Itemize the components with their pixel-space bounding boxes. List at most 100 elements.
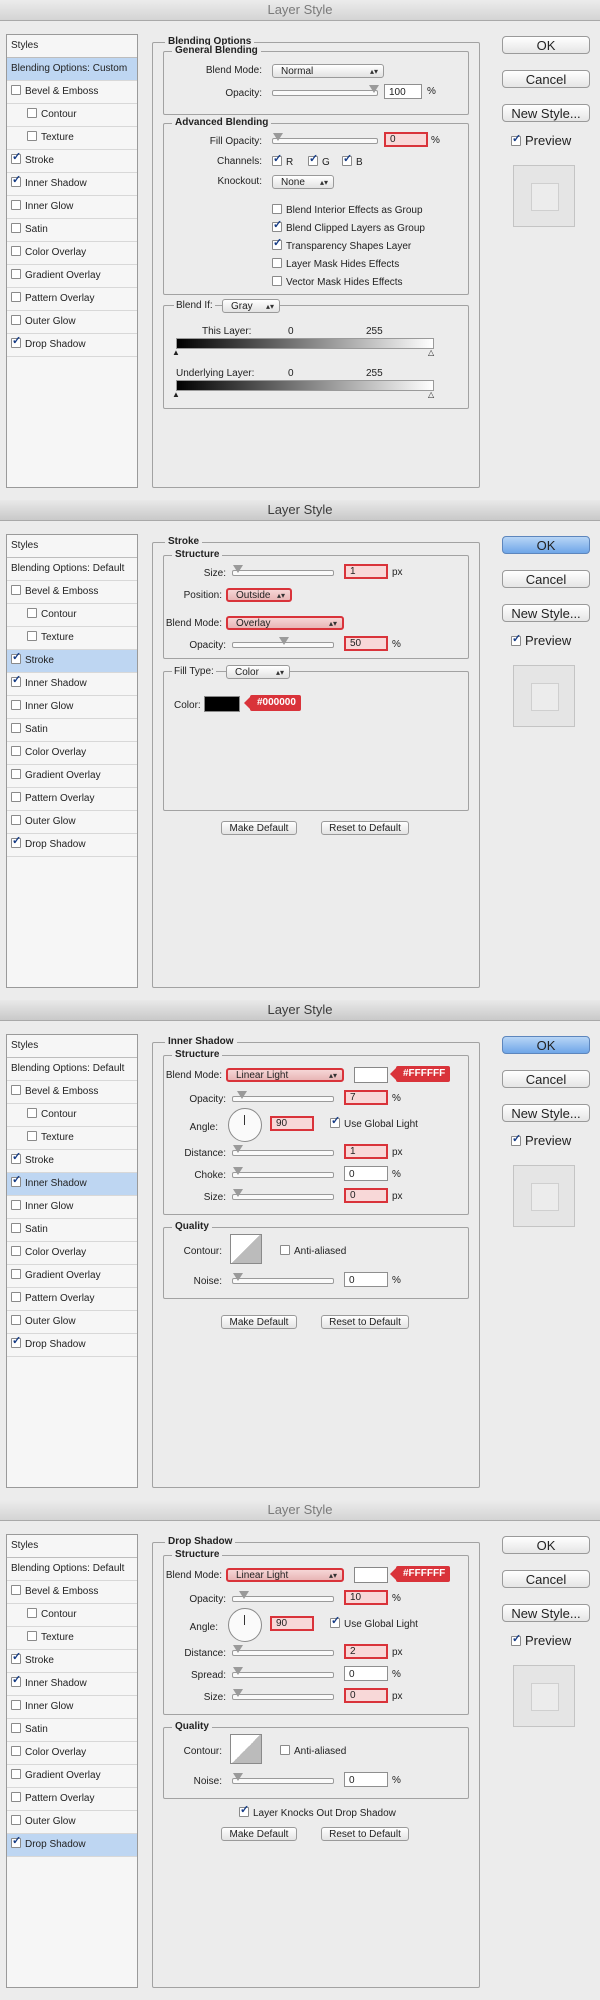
style-item-pattern-overlay[interactable]: Pattern Overlay xyxy=(7,1788,137,1811)
opacity-slider[interactable] xyxy=(272,85,379,96)
checkbox[interactable] xyxy=(342,155,352,166)
noise-slider[interactable] xyxy=(232,1273,334,1284)
contour-picker[interactable] xyxy=(230,1234,262,1264)
checkbox[interactable] xyxy=(11,1200,21,1210)
checkbox[interactable] xyxy=(11,1292,21,1302)
checkbox[interactable] xyxy=(27,1131,37,1141)
size-input[interactable]: 1 xyxy=(344,564,388,579)
white-slider-thumb[interactable]: △ xyxy=(428,349,435,357)
checkbox[interactable] xyxy=(11,1700,21,1710)
style-item-inner-glow[interactable]: Inner Glow xyxy=(7,1196,137,1219)
black-slider-thumb[interactable]: ▲ xyxy=(172,391,180,399)
checkbox[interactable] xyxy=(11,269,21,279)
blend-mode-select[interactable]: Linear Light ▴▾ xyxy=(226,1068,344,1082)
checkbox[interactable] xyxy=(11,1176,21,1187)
style-item-contour[interactable]: Contour xyxy=(7,604,137,627)
blend-mode-select[interactable]: Overlay ▴▾ xyxy=(226,616,344,630)
style-item-blending-options-default[interactable]: Blending Options: Default xyxy=(7,558,137,581)
checkbox[interactable] xyxy=(272,204,282,214)
angle-input[interactable]: 90 xyxy=(270,1116,314,1131)
style-item-inner-glow[interactable]: Inner Glow xyxy=(7,1696,137,1719)
checkbox[interactable] xyxy=(11,1315,21,1325)
style-item-satin[interactable]: Satin xyxy=(7,1719,137,1742)
checkbox[interactable] xyxy=(11,1792,21,1802)
reset-to-default-button[interactable]: Reset to Default xyxy=(321,1315,409,1329)
checkbox[interactable] xyxy=(11,200,21,210)
checkbox[interactable] xyxy=(11,315,21,325)
checkbox[interactable] xyxy=(511,1635,521,1646)
opacity-slider[interactable] xyxy=(232,1091,334,1102)
style-item-color-overlay[interactable]: Color Overlay xyxy=(7,1242,137,1265)
style-item-color-overlay[interactable]: Color Overlay xyxy=(7,242,137,265)
checkbox[interactable] xyxy=(11,1153,21,1164)
style-item-drop-shadow[interactable]: Drop Shadow xyxy=(7,1834,137,1857)
checkbox[interactable] xyxy=(330,1617,340,1628)
style-item-bevel-emboss[interactable]: Bevel & Emboss xyxy=(7,581,137,604)
style-item-blending-options-default[interactable]: Blending Options: Default xyxy=(7,1058,137,1081)
reset-to-default-button[interactable]: Reset to Default xyxy=(321,1827,409,1841)
ok-button[interactable]: OK xyxy=(502,1036,590,1054)
global-light-toggle[interactable]: Use Global Light xyxy=(330,1117,418,1130)
slider-thumb[interactable] xyxy=(233,1145,243,1153)
knocks-out-toggle[interactable]: Layer Knocks Out Drop Shadow xyxy=(239,1806,396,1819)
checkbox[interactable] xyxy=(11,153,21,164)
new-style-button[interactable]: New Style... xyxy=(502,1604,590,1622)
checkbox[interactable] xyxy=(27,1608,37,1618)
style-item-outer-glow[interactable]: Outer Glow xyxy=(7,1811,137,1834)
size-slider[interactable] xyxy=(232,1689,334,1700)
style-item-gradient-overlay[interactable]: Gradient Overlay xyxy=(7,1265,137,1288)
checkbox[interactable] xyxy=(511,135,521,146)
noise-slider[interactable] xyxy=(232,1773,334,1784)
shadow-color-swatch[interactable] xyxy=(354,1067,388,1083)
checkbox[interactable] xyxy=(11,337,21,348)
choke-input[interactable]: 0 xyxy=(344,1166,388,1181)
checkbox[interactable] xyxy=(11,792,21,802)
ok-button[interactable]: OK xyxy=(502,36,590,54)
checkbox[interactable] xyxy=(11,746,21,756)
checkbox[interactable] xyxy=(11,1585,21,1595)
style-item-stroke[interactable]: Stroke xyxy=(7,1650,137,1673)
style-item-inner-shadow[interactable]: Inner Shadow xyxy=(7,173,137,196)
distance-input[interactable]: 1 xyxy=(344,1144,388,1159)
blend-mode-select[interactable]: Normal ▴▾ xyxy=(272,64,384,78)
cancel-button[interactable]: Cancel xyxy=(502,1070,590,1088)
style-item-bevel-emboss[interactable]: Bevel & Emboss xyxy=(7,1581,137,1604)
style-item-stroke[interactable]: Stroke xyxy=(7,1150,137,1173)
checkbox[interactable] xyxy=(11,223,21,233)
position-select[interactable]: Outside ▴▾ xyxy=(226,588,292,602)
style-item-inner-glow[interactable]: Inner Glow xyxy=(7,196,137,219)
distance-slider[interactable] xyxy=(232,1145,334,1156)
style-item-gradient-overlay[interactable]: Gradient Overlay xyxy=(7,765,137,788)
style-item-outer-glow[interactable]: Outer Glow xyxy=(7,811,137,834)
shadow-color-swatch[interactable] xyxy=(354,1567,388,1583)
size-input[interactable]: 0 xyxy=(344,1688,388,1703)
style-item-pattern-overlay[interactable]: Pattern Overlay xyxy=(7,1288,137,1311)
checkbox[interactable] xyxy=(272,258,282,268)
slider-thumb[interactable] xyxy=(233,1273,243,1281)
checkbox[interactable] xyxy=(11,1815,21,1825)
checkbox[interactable] xyxy=(11,176,21,187)
style-item-texture[interactable]: Texture xyxy=(7,627,137,650)
opacity-input[interactable]: 100 xyxy=(384,84,422,99)
new-style-button[interactable]: New Style... xyxy=(502,1104,590,1122)
white-slider-thumb[interactable]: △ xyxy=(428,391,435,399)
ok-button[interactable]: OK xyxy=(502,536,590,554)
checkbox[interactable] xyxy=(11,1653,21,1664)
make-default-button[interactable]: Make Default xyxy=(221,1315,297,1329)
checkbox[interactable] xyxy=(272,221,282,232)
checkbox[interactable] xyxy=(11,246,21,256)
style-item-blending-options-custom[interactable]: Blending Options: Custom xyxy=(7,58,137,81)
noise-input[interactable]: 0 xyxy=(344,1272,388,1287)
ok-button[interactable]: OK xyxy=(502,1536,590,1554)
advanced-option[interactable]: Blend Interior Effects as Group xyxy=(272,204,423,216)
checkbox[interactable] xyxy=(272,239,282,250)
opacity-slider[interactable] xyxy=(232,1591,334,1602)
size-slider[interactable] xyxy=(232,565,334,576)
checkbox[interactable] xyxy=(11,1676,21,1687)
new-style-button[interactable]: New Style... xyxy=(502,104,590,122)
style-item-texture[interactable]: Texture xyxy=(7,1127,137,1150)
size-slider[interactable] xyxy=(232,1189,334,1200)
anti-aliased-toggle[interactable]: Anti-aliased xyxy=(280,1245,346,1257)
style-item-texture[interactable]: Texture xyxy=(7,127,137,150)
style-item-texture[interactable]: Texture xyxy=(7,1627,137,1650)
